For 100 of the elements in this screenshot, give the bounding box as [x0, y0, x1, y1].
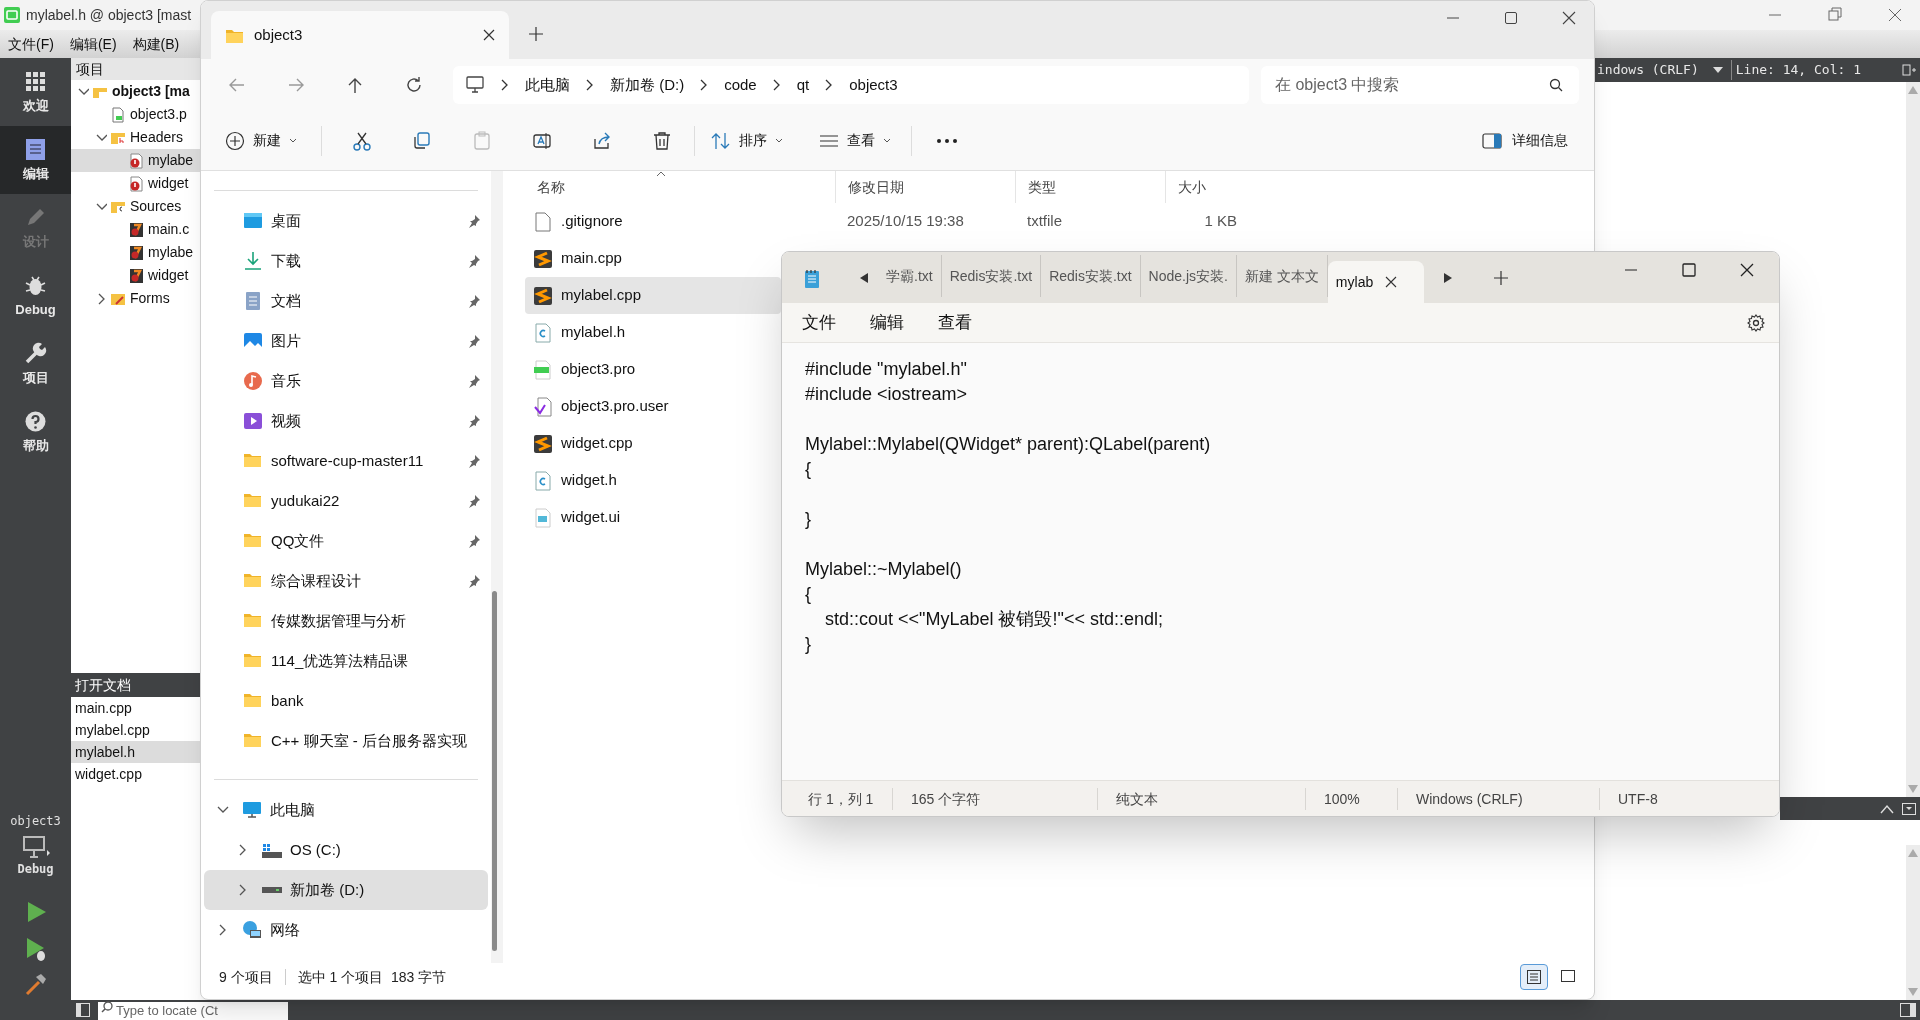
- document-tab[interactable]: Node.js安装.: [1140, 255, 1237, 297]
- nav-item[interactable]: 桌面: [201, 201, 491, 241]
- nav-item[interactable]: 传媒数据管理与分析: [201, 601, 491, 641]
- tree-item[interactable]: object3 [ma: [71, 80, 200, 103]
- address-bar[interactable]: 此电脑 新加卷 (D:) code qt object3: [453, 66, 1249, 104]
- menu-item[interactable]: 文件: [790, 309, 848, 336]
- new-button[interactable]: 新建: [223, 130, 299, 151]
- menu-item[interactable]: 编辑: [858, 309, 916, 336]
- column-header[interactable]: 修改日期: [835, 171, 1015, 203]
- scroll-right-icon[interactable]: [1443, 273, 1452, 283]
- tree-item[interactable]: mylabe: [71, 241, 200, 264]
- close-icon[interactable]: [1739, 262, 1755, 278]
- maximize-icon[interactable]: [1681, 262, 1697, 278]
- view-button[interactable]: 查看: [819, 130, 891, 151]
- menu-item[interactable]: 构建(B): [124, 33, 188, 55]
- menu-item[interactable]: 编辑(E): [61, 33, 125, 55]
- document-tab[interactable]: Redis安装.txt: [941, 255, 1042, 297]
- hammer-icon[interactable]: [23, 972, 48, 996]
- tree-item[interactable]: Headers: [71, 126, 200, 149]
- nav-item[interactable]: 图片: [201, 321, 491, 361]
- maximize-icon[interactable]: [1504, 11, 1518, 25]
- settings-icon[interactable]: [1747, 313, 1765, 332]
- nav-item[interactable]: QQ文件: [201, 521, 491, 561]
- mode-button[interactable]: 编辑: [0, 126, 71, 194]
- copy-icon[interactable]: [412, 130, 432, 151]
- close-icon[interactable]: [483, 29, 495, 41]
- refresh-icon[interactable]: [405, 76, 423, 94]
- tree-item[interactable]: Sources: [71, 195, 200, 218]
- text-editor[interactable]: #include "mylabel.h" #include <iostream> Mylabel::Mylabel(QWidget* parent):QLabel(parent) { } Mylabel::~Mylabel() { std::cout <<"MyLabel 被销毁!"<< std::endl; }: [805, 357, 1779, 657]
- share-icon[interactable]: [592, 130, 612, 151]
- menu-item[interactable]: 文件(F): [0, 33, 62, 55]
- kit-selector[interactable]: Debug: [17, 834, 54, 878]
- document-tab[interactable]: mylab: [1327, 261, 1424, 303]
- open-document-item[interactable]: main.cpp: [71, 697, 200, 719]
- trash-icon[interactable]: [652, 130, 672, 151]
- nav-item[interactable]: 综合课程设计: [201, 561, 491, 601]
- file-row[interactable]: main.cpp: [525, 240, 781, 277]
- nav-tree-item[interactable]: 网络: [204, 910, 488, 950]
- document-tab[interactable]: Redis安装.txt: [1041, 255, 1141, 297]
- column-header[interactable]: 名称: [525, 171, 835, 203]
- tree-item[interactable]: main.c: [71, 218, 200, 241]
- line-ending-selector[interactable]: indows (CRLF): [1597, 60, 1699, 80]
- mode-button[interactable]: 项目: [0, 330, 71, 398]
- mode-button[interactable]: Debug: [0, 262, 71, 330]
- window-tab[interactable]: object3: [211, 11, 509, 59]
- forward-arrow-icon[interactable]: [287, 76, 305, 94]
- file-row[interactable]: object3.pro: [525, 351, 781, 388]
- up-arrow-icon[interactable]: [346, 76, 364, 94]
- view-toggle-button[interactable]: [1520, 964, 1548, 990]
- file-row[interactable]: object3.pro.user: [525, 388, 781, 425]
- locator-field[interactable]: Type to locate (Ct: [98, 1001, 288, 1020]
- details-pane-button[interactable]: 详细信息: [1482, 130, 1568, 151]
- document-tab[interactable]: 新建 文本文: [1236, 255, 1328, 297]
- sidebar-toggle-icon[interactable]: [76, 1003, 90, 1017]
- document-tab[interactable]: 学霸.txt: [878, 255, 942, 297]
- panel-icon[interactable]: [1900, 1003, 1916, 1017]
- nav-tree-item[interactable]: OS (C:): [204, 830, 488, 870]
- nav-item[interactable]: 下载: [201, 241, 491, 281]
- split-icon[interactable]: [1902, 63, 1916, 77]
- tree-item[interactable]: widget: [71, 264, 200, 287]
- sort-button[interactable]: 排序: [711, 130, 783, 151]
- nav-item[interactable]: 音乐: [201, 361, 491, 401]
- new-tab-icon[interactable]: [1493, 271, 1508, 285]
- file-row[interactable]: widget.h: [525, 462, 781, 499]
- rename-icon[interactable]: [532, 130, 552, 151]
- nav-tree-item[interactable]: 此电脑: [204, 790, 488, 830]
- nav-item[interactable]: 文档: [201, 281, 491, 321]
- nav-item[interactable]: C++ 聊天室 - 后台服务器实现: [201, 721, 491, 761]
- nav-item[interactable]: bank: [201, 681, 491, 721]
- file-row[interactable]: mylabel.h: [525, 314, 781, 351]
- mode-button[interactable]: 帮助: [0, 398, 71, 466]
- column-header[interactable]: 类型: [1015, 171, 1165, 203]
- scrollbar-thumb[interactable]: [492, 591, 497, 951]
- file-row[interactable]: widget.ui: [525, 499, 781, 536]
- tree-item[interactable]: widget: [71, 172, 200, 195]
- tree-item[interactable]: mylabe: [71, 149, 200, 172]
- file-row[interactable]: .gitignore 2025/10/15 19:38 txtfile 1 KB: [525, 203, 1594, 240]
- chevron-up-icon[interactable]: [1880, 803, 1894, 814]
- file-row[interactable]: widget.cpp: [525, 425, 781, 462]
- open-document-item[interactable]: widget.cpp: [71, 763, 200, 785]
- menu-item[interactable]: 查看: [926, 309, 984, 336]
- nav-tree-item[interactable]: 新加卷 (D:): [204, 870, 488, 910]
- more-icon[interactable]: [936, 137, 958, 144]
- new-tab-icon[interactable]: [529, 27, 543, 41]
- nav-item[interactable]: 114_优选算法精品课: [201, 641, 491, 681]
- close-icon[interactable]: [1562, 11, 1576, 25]
- nav-item[interactable]: yudukai22: [201, 481, 491, 521]
- tree-item[interactable]: object3.p: [71, 103, 200, 126]
- open-document-item[interactable]: mylabel.cpp: [71, 719, 200, 741]
- search-field[interactable]: 在 object3 中搜索: [1261, 66, 1579, 104]
- open-document-item[interactable]: mylabel.h: [71, 741, 200, 763]
- nav-item[interactable]: software-cup-master11: [201, 441, 491, 481]
- mode-button[interactable]: 欢迎: [0, 58, 71, 126]
- file-row[interactable]: mylabel.cpp: [525, 277, 781, 314]
- close-icon[interactable]: [1385, 276, 1398, 288]
- panel-icon[interactable]: [1902, 802, 1916, 815]
- nav-item[interactable]: 视频: [201, 401, 491, 441]
- back-arrow-icon[interactable]: [228, 76, 246, 94]
- clipboard-icon[interactable]: [472, 130, 492, 151]
- tree-item[interactable]: Forms: [71, 287, 200, 310]
